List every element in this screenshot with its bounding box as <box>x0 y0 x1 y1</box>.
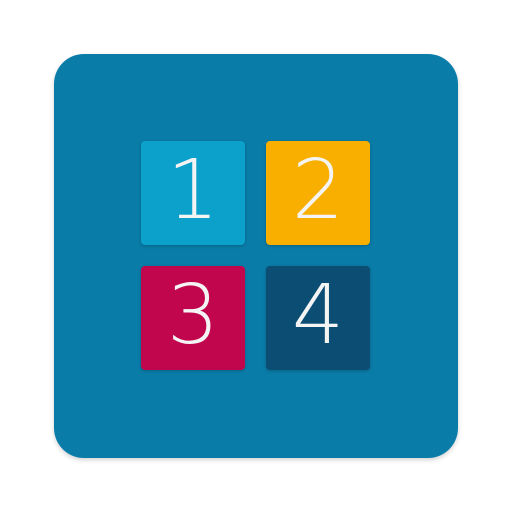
number-tile-4: 4 <box>266 266 370 370</box>
tile-label-1: 1 <box>166 143 220 238</box>
tile-label-4: 4 <box>291 268 345 363</box>
number-tile-2: 2 <box>266 141 370 245</box>
number-tile-1: 1 <box>141 141 245 245</box>
tile-label-2: 2 <box>291 143 345 238</box>
canvas: 1 2 3 4 <box>0 0 512 512</box>
tile-label-3: 3 <box>166 268 220 363</box>
number-tile-3: 3 <box>141 266 245 370</box>
app-icon[interactable]: 1 2 3 4 <box>54 54 458 458</box>
